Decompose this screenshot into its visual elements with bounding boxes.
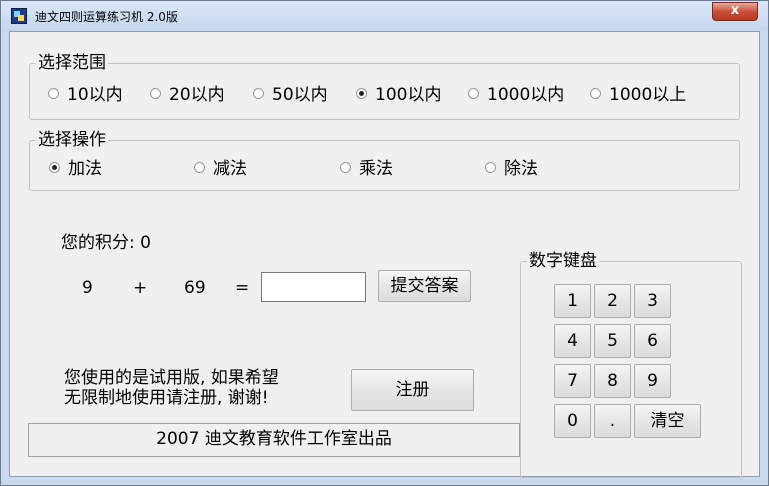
range-option-100[interactable]: 100以内 bbox=[356, 84, 441, 106]
range-groupbox: 选择范围 10以内 20以内 50以内 100以内 1000以内 1000以上 bbox=[29, 53, 740, 120]
submit-answer-button[interactable]: 提交答案 bbox=[378, 270, 471, 302]
trial-notice-line-1: 您使用的是试用版, 如果希望 bbox=[64, 368, 279, 388]
answer-input[interactable] bbox=[261, 272, 366, 302]
trial-notice-line-2: 无限制地使用请注册, 谢谢! bbox=[64, 388, 269, 408]
key-9[interactable]: 9 bbox=[634, 364, 671, 398]
range-option-label: 1000以上 bbox=[609, 85, 687, 105]
range-option-label: 1000以内 bbox=[487, 85, 565, 105]
range-option-label: 10以内 bbox=[67, 85, 123, 105]
operator-sign: + bbox=[133, 278, 148, 298]
key-7[interactable]: 7 bbox=[554, 364, 591, 398]
key-5[interactable]: 5 bbox=[594, 324, 631, 358]
key-2[interactable]: 2 bbox=[594, 284, 631, 318]
keypad-legend: 数字键盘 bbox=[527, 251, 599, 271]
key-8[interactable]: 8 bbox=[594, 364, 631, 398]
radio-icon bbox=[485, 161, 496, 173]
range-option-50[interactable]: 50以内 bbox=[253, 84, 328, 106]
range-option-10[interactable]: 10以内 bbox=[48, 84, 123, 106]
range-option-20[interactable]: 20以内 bbox=[150, 84, 225, 106]
range-option-1000[interactable]: 1000以内 bbox=[468, 84, 564, 106]
radio-checked-icon bbox=[49, 161, 60, 173]
score-label: 您的积分: 0 bbox=[61, 233, 151, 253]
range-option-label: 100以内 bbox=[375, 85, 442, 105]
key-0[interactable]: 0 bbox=[554, 404, 591, 438]
operation-option-multiply[interactable]: 乘法 bbox=[340, 158, 393, 180]
register-button[interactable]: 注册 bbox=[351, 369, 474, 411]
radio-icon bbox=[253, 87, 264, 99]
operation-option-label: 加法 bbox=[68, 159, 102, 179]
window-title: 迪文四则运算练习机 2.0版 bbox=[35, 10, 178, 24]
operation-groupbox: 选择操作 加法 减法 乘法 除法 bbox=[29, 130, 740, 191]
operand-1: 9 bbox=[82, 278, 93, 298]
range-option-label: 50以内 bbox=[272, 85, 328, 105]
key-decimal[interactable]: . bbox=[594, 404, 631, 438]
range-option-label: 20以内 bbox=[169, 85, 225, 105]
radio-icon bbox=[150, 87, 161, 99]
radio-checked-icon bbox=[356, 87, 367, 99]
app-icon bbox=[11, 8, 27, 24]
title-bar: 迪文四则运算练习机 2.0版 x bbox=[1, 1, 768, 31]
key-3[interactable]: 3 bbox=[634, 284, 671, 318]
operation-legend: 选择操作 bbox=[36, 130, 108, 150]
range-option-above-1000[interactable]: 1000以上 bbox=[590, 84, 686, 106]
radio-icon bbox=[590, 87, 601, 99]
key-4[interactable]: 4 bbox=[554, 324, 591, 358]
radio-icon bbox=[468, 87, 479, 99]
radio-icon bbox=[194, 161, 205, 173]
range-legend: 选择范围 bbox=[36, 53, 108, 73]
key-6[interactable]: 6 bbox=[634, 324, 671, 358]
operation-option-subtract[interactable]: 减法 bbox=[194, 158, 247, 180]
client-area: 选择范围 10以内 20以内 50以内 100以内 1000以内 1000以上 … bbox=[9, 31, 760, 478]
clear-button[interactable]: 清空 bbox=[634, 404, 701, 438]
operation-option-add[interactable]: 加法 bbox=[49, 158, 102, 180]
keypad-groupbox: 数字键盘 1 2 3 4 5 6 7 8 9 0 . 清空 bbox=[520, 251, 742, 478]
equals-sign: = bbox=[235, 278, 250, 298]
operation-option-label: 减法 bbox=[213, 159, 247, 179]
key-1[interactable]: 1 bbox=[554, 284, 591, 318]
app-window: 迪文四则运算练习机 2.0版 x 选择范围 10以内 20以内 50以内 100… bbox=[0, 0, 769, 486]
operation-option-label: 除法 bbox=[504, 159, 538, 179]
close-button[interactable]: x bbox=[712, 2, 758, 21]
operation-option-label: 乘法 bbox=[359, 159, 393, 179]
radio-icon bbox=[48, 87, 59, 99]
operation-option-divide[interactable]: 除法 bbox=[485, 158, 538, 180]
radio-icon bbox=[340, 161, 351, 173]
footer-banner: 2007 迪文教育软件工作室出品 bbox=[28, 423, 520, 457]
operand-2: 69 bbox=[184, 278, 206, 298]
